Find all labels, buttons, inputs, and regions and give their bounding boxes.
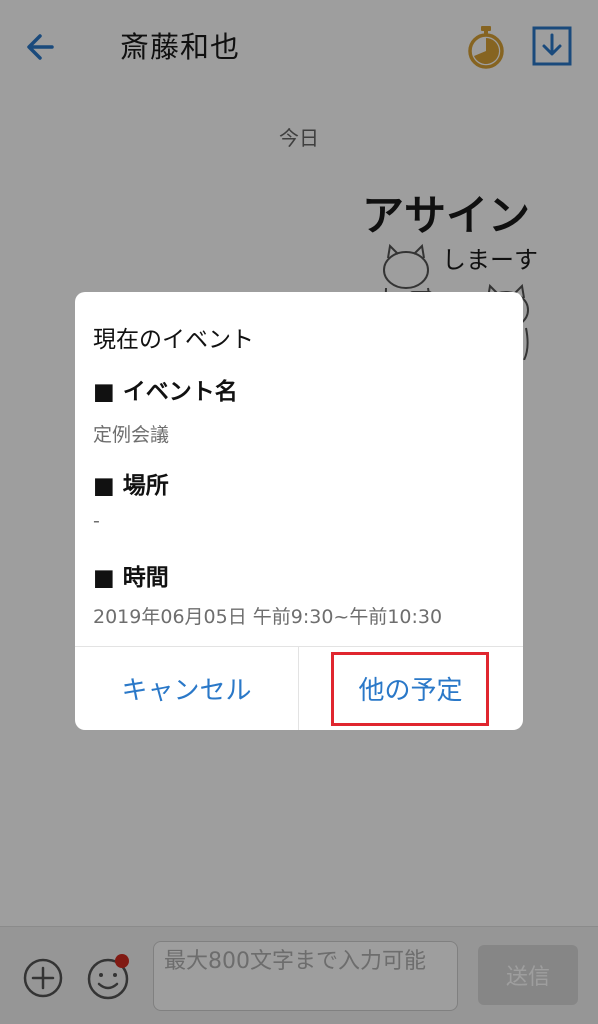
time-value: 2019年06月05日 午前9:30~午前10:30 xyxy=(93,606,443,628)
event-name-value: 定例会議 xyxy=(93,424,170,446)
event-name-heading: ■ イベント名 xyxy=(93,379,238,405)
dialog-title: 現在のイベント xyxy=(93,327,254,353)
cancel-button[interactable]: キャンセル xyxy=(75,647,298,730)
highlight-box xyxy=(331,652,489,726)
location-value: - xyxy=(93,510,100,532)
location-heading: ■ 場所 xyxy=(93,473,169,499)
time-heading: ■ 時間 xyxy=(93,565,169,591)
